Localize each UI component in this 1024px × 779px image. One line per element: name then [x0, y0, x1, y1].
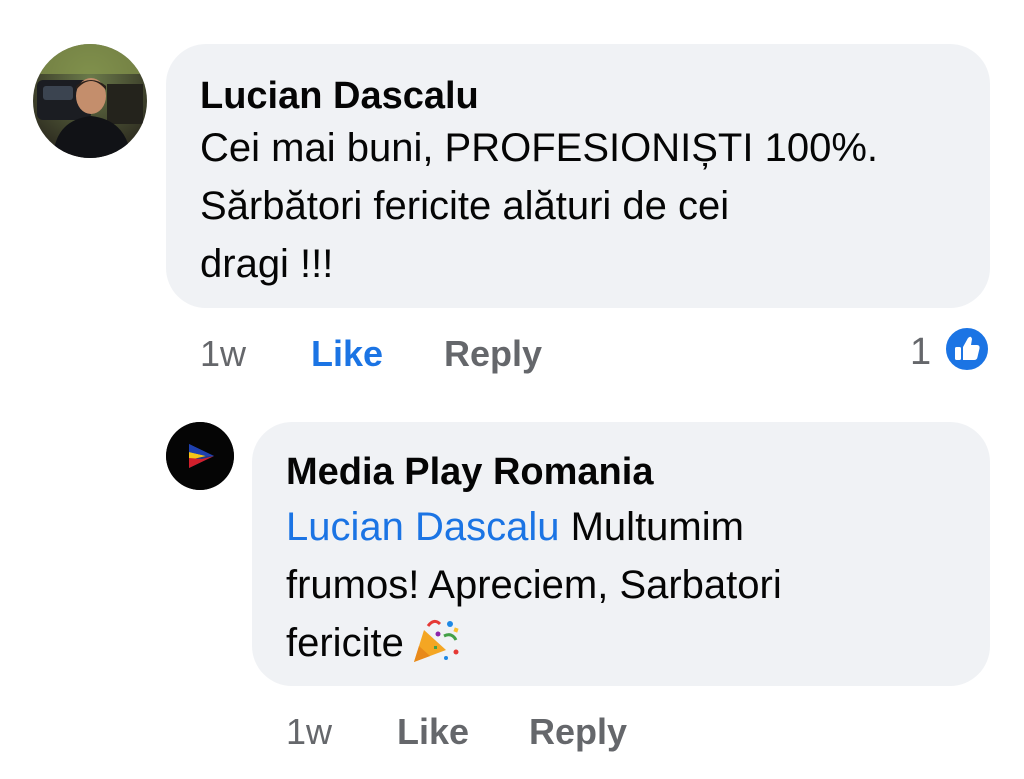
- reply-like-button[interactable]: Like: [397, 712, 469, 752]
- mention-link[interactable]: Lucian Dascalu: [286, 505, 560, 549]
- media-play-logo: [166, 422, 234, 490]
- comment-bubble: Lucian Dascalu Cei mai buni, PROFESIONIȘ…: [166, 44, 990, 308]
- reply-bubble: Media Play Romania Lucian Dascalu Multum…: [252, 422, 990, 686]
- avatar-lucian-dascalu[interactable]: [33, 44, 147, 158]
- reply-author[interactable]: Media Play Romania: [286, 450, 653, 494]
- like-reaction-icon[interactable]: [944, 326, 990, 372]
- avatar-media-play-romania[interactable]: [166, 422, 234, 490]
- comment-like-button[interactable]: Like: [311, 334, 383, 374]
- comment-reply-button[interactable]: Reply: [444, 334, 542, 374]
- comment-thread: Lucian Dascalu Cei mai buni, PROFESIONIȘ…: [0, 0, 1024, 779]
- reply-timestamp[interactable]: 1w: [286, 712, 332, 752]
- comment-text: Cei mai buni, PROFESIONIȘTI 100%. Sărbăt…: [200, 126, 879, 286]
- comment-timestamp[interactable]: 1w: [200, 334, 246, 374]
- profile-photo: [33, 44, 147, 158]
- reply-text: Lucian Dascalu Multumim frumos! Apreciem…: [286, 498, 976, 672]
- reply-reply-button[interactable]: Reply: [529, 712, 627, 752]
- party-popper-icon: [410, 616, 462, 664]
- comment-author[interactable]: Lucian Dascalu: [200, 74, 479, 118]
- reaction-count[interactable]: 1: [910, 332, 931, 372]
